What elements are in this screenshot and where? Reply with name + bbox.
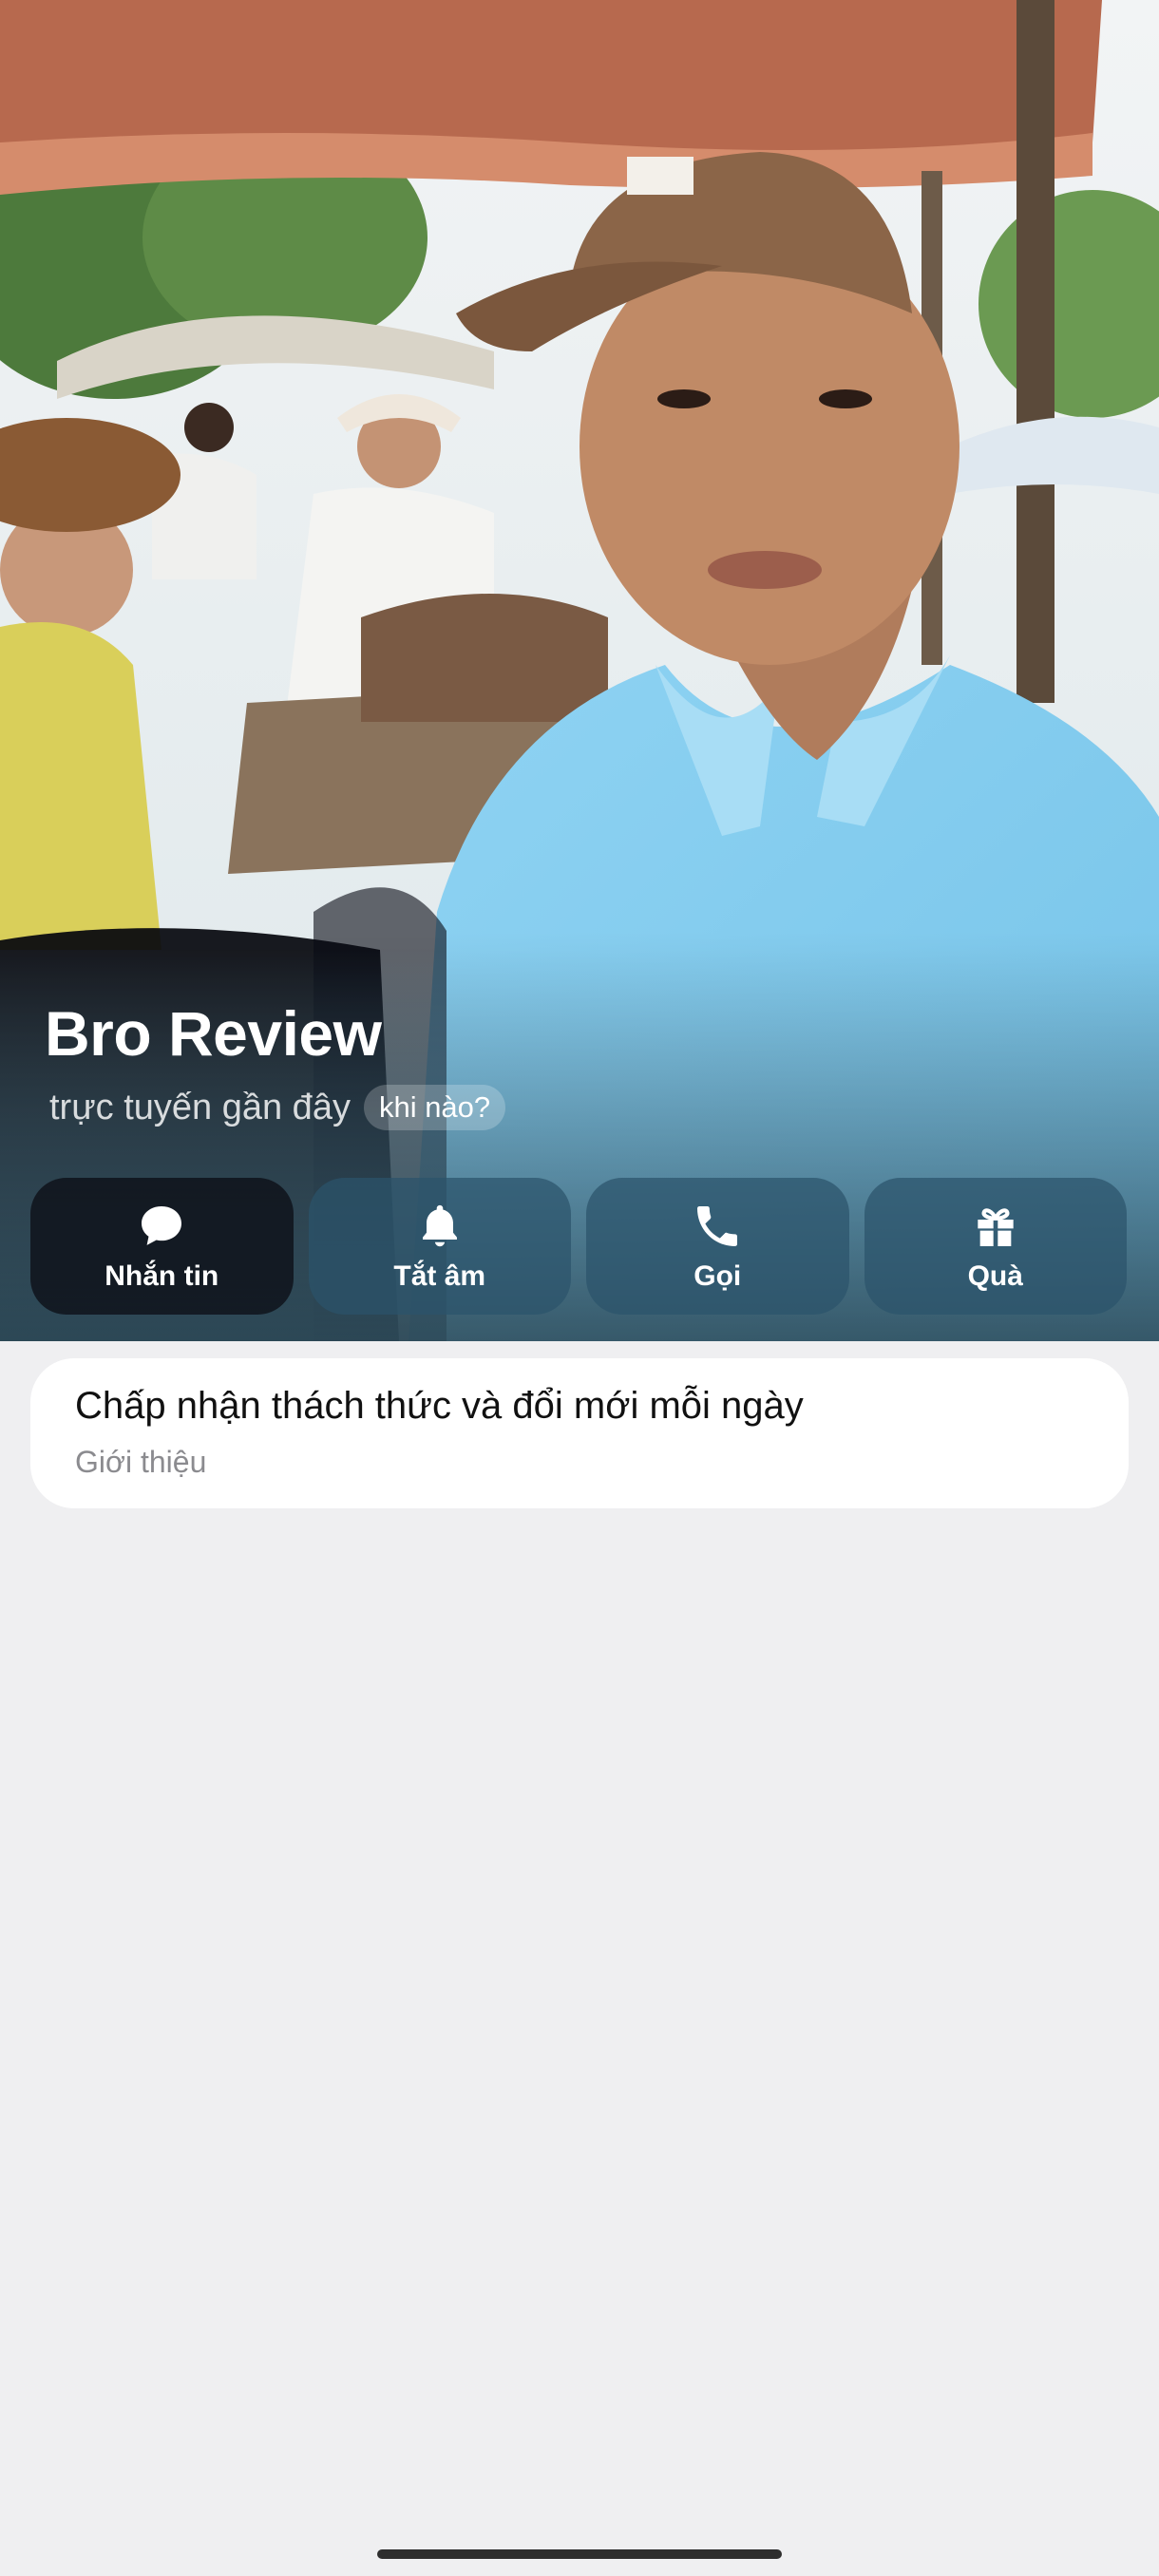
bell-icon — [422, 1204, 457, 1247]
last-seen-text: trực tuyến gần đây — [49, 1087, 351, 1127]
profile-name: Bro Review — [45, 998, 382, 1069]
about-label: Giới thiệu — [75, 1445, 207, 1479]
when-chip[interactable]: khi nào? — [363, 1085, 506, 1130]
phone-icon — [697, 1206, 738, 1246]
chat-bubble-icon — [142, 1206, 182, 1245]
home-indicator[interactable] — [377, 2549, 782, 2559]
about-bio-text: Chấp nhận thách thức và đổi mới mỗi ngày — [75, 1385, 804, 1427]
gift-icon — [978, 1208, 1014, 1246]
gift-button-label: Quà — [967, 1260, 1023, 1292]
cover-photo: Bro Review trực tuyến gần đây khi nào? N… — [0, 0, 1159, 1341]
call-button-label: Gọi — [694, 1260, 742, 1292]
gift-button[interactable]: Quà — [864, 1178, 1127, 1315]
profile-screen: Bro Review trực tuyến gần đây khi nào? N… — [0, 0, 1159, 2576]
mute-button-label: Tắt âm — [393, 1260, 486, 1292]
message-button[interactable]: Nhắn tin — [30, 1178, 294, 1315]
call-button[interactable]: Gọi — [586, 1178, 849, 1315]
about-card[interactable]: Chấp nhận thách thức và đổi mới mỗi ngày… — [30, 1358, 1129, 1508]
last-seen-status: trực tuyến gần đây khi nào? — [49, 1085, 506, 1130]
message-button-label: Nhắn tin — [104, 1260, 219, 1292]
mute-button[interactable]: Tắt âm — [308, 1178, 571, 1315]
profile-actions: Nhắn tin Tắt âm Gọi Quà — [30, 1178, 1127, 1315]
